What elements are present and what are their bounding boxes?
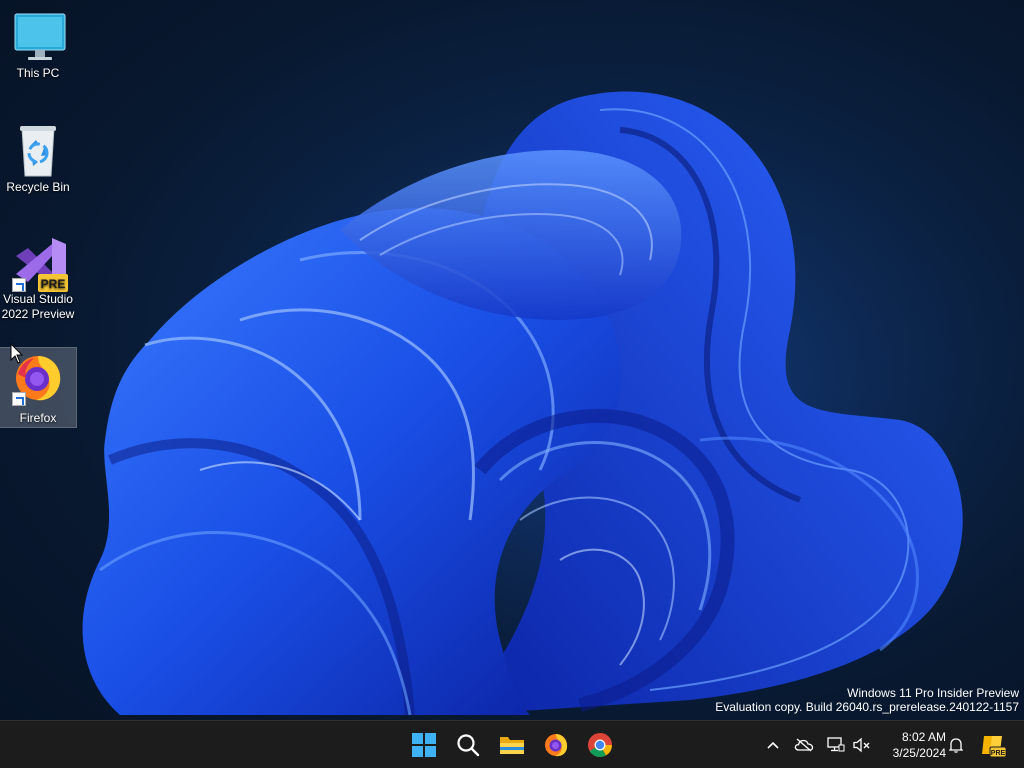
visual-studio-icon: PRE (8, 234, 68, 292)
network-icon (827, 737, 845, 752)
desktop-icon-label-line1: Visual Studio (3, 292, 73, 306)
svg-text:PRE: PRE (41, 277, 66, 291)
shortcut-arrow-icon (12, 278, 26, 292)
desktop-icon-this-pc[interactable]: This PC (0, 8, 76, 81)
network-tray-button[interactable] (826, 735, 846, 755)
taskbar: 8:02 AM 3/25/2024 PRE (0, 720, 1024, 768)
search-button[interactable] (450, 727, 486, 763)
recycle-bin-icon (8, 122, 68, 180)
windows-watermark: Windows 11 Pro Insider Preview Evaluatio… (715, 686, 1019, 714)
firefox-icon (545, 734, 568, 757)
show-hidden-icons-button[interactable] (763, 735, 783, 755)
bell-icon (949, 738, 963, 753)
watermark-build: Evaluation copy. Build 26040.rs_prerelea… (715, 700, 1019, 714)
search-icon (457, 734, 480, 757)
mouse-pointer-icon (10, 343, 24, 364)
volume-tray-button[interactable] (852, 735, 872, 755)
copilot-preview-icon: PRE (982, 736, 1006, 758)
copilot-preview-button[interactable]: PRE (980, 732, 1006, 758)
wallpaper (82, 70, 1024, 720)
chrome-icon (588, 733, 612, 758)
watermark-edition: Windows 11 Pro Insider Preview (847, 686, 1019, 700)
desktop-icon-label: Recycle Bin (6, 180, 70, 194)
start-icon (412, 733, 436, 757)
onedrive-offline-icon (794, 738, 814, 752)
desktop-icon-label: This PC (16, 66, 60, 80)
clock-time: 8:02 AM (901, 730, 946, 744)
shortcut-arrow-icon (12, 392, 26, 406)
chrome-taskbar-button[interactable] (582, 727, 618, 763)
desktop-icon-label: Firefox (19, 411, 57, 425)
firefox-taskbar-button[interactable] (538, 727, 574, 763)
chevron-up-icon (767, 741, 779, 749)
clock-date: 3/25/2024 (892, 746, 946, 760)
start-button[interactable] (406, 727, 442, 763)
file-explorer-icon (500, 737, 524, 754)
svg-text:PRE: PRE (991, 750, 1006, 757)
notifications-button[interactable] (946, 735, 966, 755)
file-explorer-button[interactable] (494, 727, 530, 763)
onedrive-tray-button[interactable] (794, 735, 814, 755)
desktop-icon-visual-studio[interactable]: PRE Visual Studio 2022 Preview (0, 234, 76, 322)
volume-muted-icon (853, 737, 870, 753)
desktop-icon-label-line2: 2022 Preview (1, 307, 75, 321)
desktop-icon-recycle-bin[interactable]: Recycle Bin (0, 122, 76, 195)
taskbar-clock[interactable]: 8:02 AM 3/25/2024 (876, 729, 946, 761)
computer-icon (8, 8, 68, 66)
